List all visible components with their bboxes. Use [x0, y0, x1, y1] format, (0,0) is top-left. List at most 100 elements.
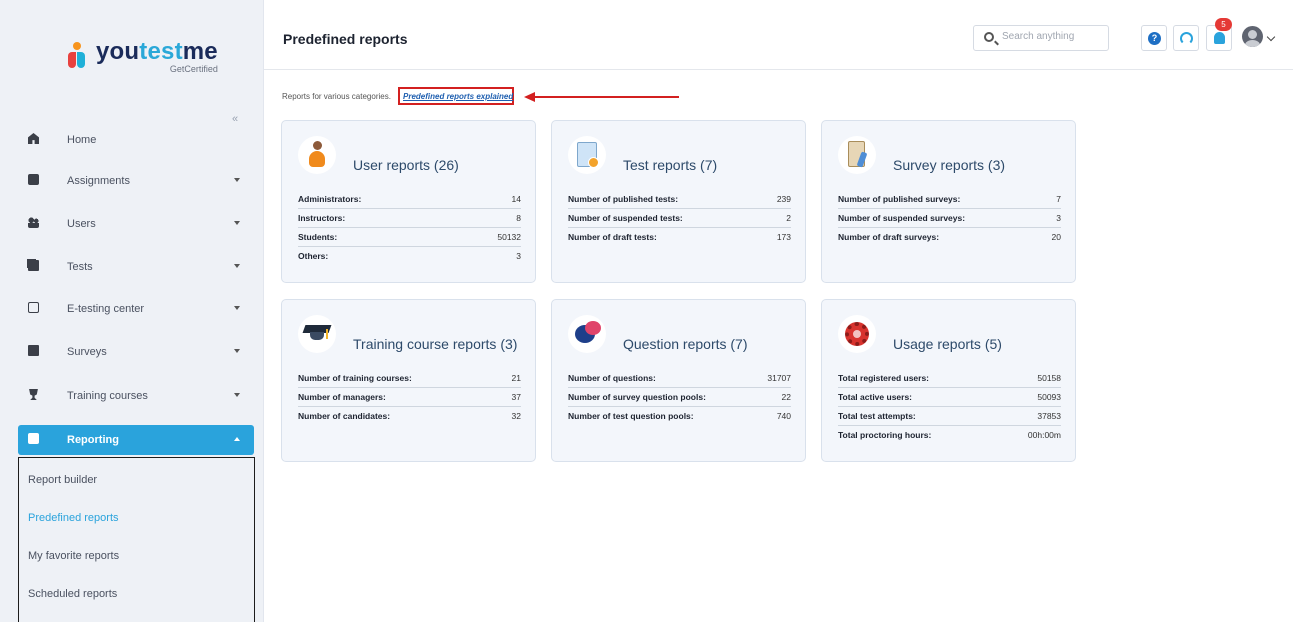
logo-mark-icon: [66, 42, 88, 70]
stat-row: Number of training courses: 21: [298, 369, 521, 388]
graduation-cap-icon: [298, 315, 336, 353]
sidebar-item-tests[interactable]: Tests: [18, 252, 254, 282]
card-title[interactable]: Question reports (7): [623, 336, 748, 352]
test-reports-icon: [568, 136, 606, 174]
card-stats: Number of published surveys: 7 Number of …: [838, 190, 1061, 247]
stat-row: Number of published surveys: 7: [838, 190, 1061, 209]
avatar[interactable]: [1242, 26, 1263, 47]
support-button[interactable]: [1173, 25, 1199, 51]
stat-row: Number of questions: 31707: [568, 369, 791, 388]
test-reports-card[interactable]: Test reports (7) Number of published tes…: [551, 120, 806, 283]
chevron-down-icon: [234, 349, 240, 353]
stat-row: Number of survey question pools: 22: [568, 388, 791, 407]
stat-row: Administrators: 14: [298, 190, 521, 209]
question-reports-card[interactable]: Question reports (7) Number of questions…: [551, 299, 806, 462]
top-bar: Predefined reports ?: [264, 0, 1293, 70]
predefined-reports-explained-link[interactable]: Predefined reports explained: [398, 87, 514, 105]
survey-reports-card[interactable]: Survey reports (3) Number of published s…: [821, 120, 1076, 283]
sidebar-item-label: Tests: [67, 261, 93, 273]
submenu-item-scheduled-reports[interactable]: Scheduled reports: [28, 588, 117, 600]
stat-row: Instructors: 8: [298, 209, 521, 228]
card-stats: Number of questions: 31707 Number of surv…: [568, 369, 791, 426]
training-course-reports-card[interactable]: Training course reports (3) Number of tr…: [281, 299, 536, 462]
stat-row: Total active users: 50093: [838, 388, 1061, 407]
sidebar-item-surveys[interactable]: Surveys: [18, 337, 254, 367]
search-icon: [984, 32, 994, 42]
chevron-up-icon: [234, 437, 240, 441]
headset-icon: [1180, 32, 1193, 45]
stat-row: Number of draft surveys: 20: [838, 232, 1061, 242]
card-title[interactable]: Survey reports (3): [893, 157, 1005, 173]
stat-row: Number of suspended surveys: 3: [838, 209, 1061, 228]
sidebar-item-reporting[interactable]: Reporting: [18, 425, 254, 455]
page-title: Predefined reports: [283, 31, 408, 47]
card-title[interactable]: Test reports (7): [623, 157, 717, 173]
intro-text: Reports for various categories.: [282, 92, 391, 101]
submenu-item-my-favorite-reports[interactable]: My favorite reports: [28, 550, 119, 562]
help-icon: ?: [1148, 32, 1161, 45]
stat-row: Students: 50132: [298, 228, 521, 247]
card-stats: Administrators: 14 Instructors: 8 Students…: [298, 190, 521, 266]
sidebar-item-label: Home: [67, 134, 97, 146]
sidebar-item-label: Reporting: [67, 434, 119, 446]
card-stats: Number of training courses: 21 Number of …: [298, 369, 521, 426]
user-reports-icon: [298, 136, 336, 174]
surveys-icon: [28, 345, 39, 356]
sidebar-item-label: Surveys: [67, 346, 107, 358]
card-title[interactable]: User reports (26): [353, 157, 459, 173]
sidebar-item-training-courses[interactable]: Training courses: [18, 381, 254, 411]
chevron-down-icon: [234, 221, 240, 225]
notification-badge: 5: [1215, 18, 1232, 31]
stat-row: Others: 3: [298, 251, 521, 261]
sidebar-item-users[interactable]: Users: [18, 209, 254, 239]
survey-reports-icon: [838, 136, 876, 174]
user-reports-card[interactable]: User reports (26) Administrators: 14 Inst…: [281, 120, 536, 283]
stat-row: Total registered users: 50158: [838, 369, 1061, 388]
sidebar-item-home[interactable]: Home: [18, 125, 254, 155]
stat-row: Number of managers: 37: [298, 388, 521, 407]
bell-icon: [1214, 32, 1225, 44]
assignments-icon: [28, 174, 39, 185]
sidebar-item-label: Assignments: [67, 175, 130, 187]
sidebar-item-label: E-testing center: [67, 303, 145, 315]
collapse-sidebar-button[interactable]: «: [226, 112, 244, 126]
sidebar: youtestme GetCertified « Home Assignment…: [0, 0, 264, 622]
card-title[interactable]: Training course reports (3): [353, 336, 517, 352]
annotation-arrow: [534, 96, 679, 98]
reporting-submenu: Report builder Predefined reports My fav…: [18, 457, 255, 622]
submenu-item-predefined-reports[interactable]: Predefined reports: [28, 512, 119, 524]
chevron-down-icon: [234, 178, 240, 182]
stat-row: Number of test question pools: 740: [568, 411, 791, 421]
chevron-down-icon: [234, 393, 240, 397]
reporting-icon: [28, 433, 39, 444]
card-stats: Total registered users: 50158 Total activ…: [838, 369, 1061, 445]
brand-logo[interactable]: youtestme GetCertified: [66, 40, 218, 74]
brand-tagline: GetCertified: [169, 64, 218, 74]
gear-icon: [838, 315, 876, 353]
trophy-icon: [29, 389, 38, 400]
card-stats: Number of published tests: 239 Number of …: [568, 190, 791, 247]
submenu-item-report-builder[interactable]: Report builder: [28, 474, 97, 486]
e-testing-center-icon: [28, 302, 39, 313]
tests-icon: [28, 260, 39, 271]
card-title[interactable]: Usage reports (5): [893, 336, 1002, 352]
stat-row: Number of suspended tests: 2: [568, 209, 791, 228]
sidebar-item-label: Users: [67, 218, 96, 230]
speech-bubbles-icon: [568, 315, 606, 353]
sidebar-item-assignments[interactable]: Assignments: [18, 166, 254, 196]
stat-row: Total proctoring hours: 00h:00m: [838, 430, 1061, 440]
users-icon: [28, 217, 39, 228]
chevron-down-icon: [234, 264, 240, 268]
sidebar-item-e-testing-center[interactable]: E-testing center: [18, 294, 254, 324]
search-box[interactable]: [973, 25, 1109, 51]
stat-row: Number of draft tests: 173: [568, 232, 791, 242]
chevron-down-icon: [234, 306, 240, 310]
search-input[interactable]: [1002, 31, 1102, 42]
stat-row: Total test attempts: 37853: [838, 407, 1061, 426]
stat-row: Number of candidates: 32: [298, 411, 521, 421]
sidebar-item-label: Training courses: [67, 390, 148, 402]
brand-name: youtestme: [96, 38, 218, 65]
usage-reports-card[interactable]: Usage reports (5) Total registered users…: [821, 299, 1076, 462]
help-button[interactable]: ?: [1141, 25, 1167, 51]
stat-row: Number of published tests: 239: [568, 190, 791, 209]
